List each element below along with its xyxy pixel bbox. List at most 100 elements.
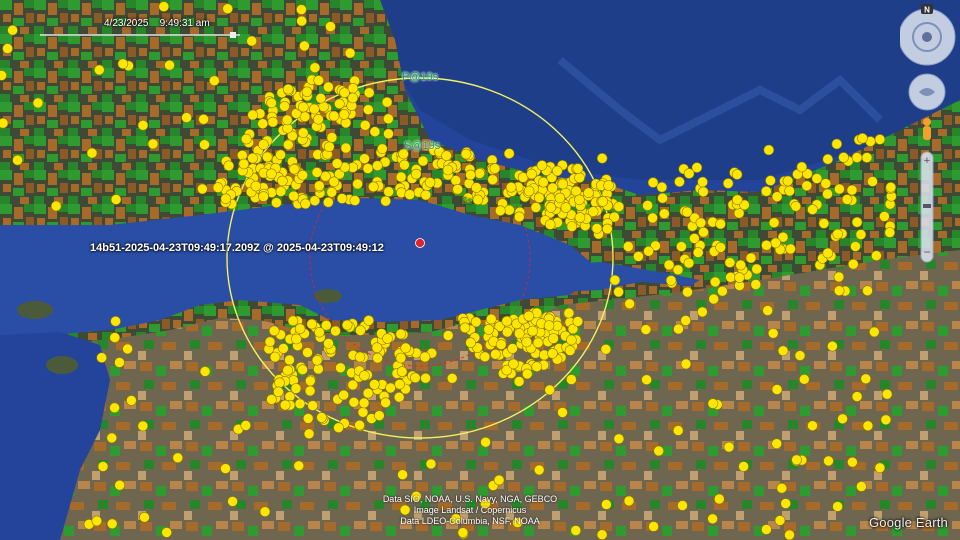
station-marker[interactable] — [314, 326, 325, 338]
station-marker[interactable] — [647, 212, 658, 224]
station-marker[interactable] — [106, 432, 118, 444]
station-marker[interactable] — [722, 178, 734, 189]
station-marker[interactable] — [807, 204, 818, 215]
station-marker[interactable] — [709, 276, 721, 288]
station-marker[interactable] — [557, 178, 569, 190]
station-marker[interactable] — [452, 184, 464, 195]
station-marker[interactable] — [302, 413, 314, 424]
station-marker[interactable] — [199, 139, 210, 150]
station-marker[interactable] — [566, 221, 578, 232]
station-marker[interactable] — [354, 351, 366, 363]
station-marker[interactable] — [306, 318, 318, 330]
station-marker[interactable] — [640, 324, 652, 335]
station-marker[interactable] — [333, 422, 344, 434]
station-marker[interactable] — [680, 315, 692, 326]
station-marker[interactable] — [369, 126, 381, 137]
station-marker[interactable] — [734, 272, 745, 283]
station-marker[interactable] — [572, 316, 584, 327]
station-marker[interactable] — [763, 144, 775, 156]
station-marker[interactable] — [837, 413, 848, 425]
station-marker[interactable] — [279, 101, 290, 112]
station-marker[interactable] — [465, 169, 476, 181]
station-marker[interactable] — [653, 445, 665, 457]
station-marker[interactable] — [624, 298, 635, 310]
station-marker[interactable] — [296, 4, 307, 15]
station-marker[interactable] — [357, 406, 369, 418]
station-marker[interactable] — [338, 109, 350, 120]
station-marker[interactable] — [697, 306, 708, 318]
station-marker[interactable] — [362, 387, 374, 399]
station-marker[interactable] — [266, 97, 277, 109]
station-marker[interactable] — [32, 97, 44, 109]
station-marker[interactable] — [523, 310, 535, 322]
time-slider-handle[interactable] — [230, 32, 236, 38]
station-marker[interactable] — [483, 324, 495, 335]
station-marker[interactable] — [325, 21, 336, 32]
station-marker[interactable] — [282, 364, 294, 376]
station-marker[interactable] — [419, 351, 431, 363]
station-marker[interactable] — [97, 461, 109, 472]
station-marker[interactable] — [400, 342, 412, 354]
station-marker[interactable] — [313, 75, 325, 86]
station-marker[interactable] — [383, 128, 394, 140]
station-marker[interactable] — [296, 15, 308, 27]
station-marker[interactable] — [348, 396, 360, 408]
station-marker[interactable] — [697, 176, 708, 188]
station-marker[interactable] — [796, 161, 808, 173]
station-marker[interactable] — [832, 501, 843, 512]
station-marker[interactable] — [385, 382, 396, 394]
station-marker[interactable] — [868, 326, 880, 338]
station-marker[interactable] — [164, 59, 175, 71]
station-marker[interactable] — [768, 217, 780, 228]
station-marker[interactable] — [330, 325, 341, 337]
station-marker[interactable] — [544, 219, 556, 230]
station-marker[interactable] — [369, 379, 380, 390]
station-marker[interactable] — [723, 441, 735, 453]
station-marker[interactable] — [315, 93, 327, 104]
station-marker[interactable] — [363, 315, 375, 326]
station-marker[interactable] — [241, 133, 252, 145]
station-marker[interactable] — [271, 197, 282, 208]
station-marker[interactable] — [341, 319, 353, 331]
station-marker[interactable] — [294, 323, 306, 335]
station-marker[interactable] — [409, 372, 421, 384]
station-marker[interactable] — [521, 368, 533, 380]
station-marker[interactable] — [460, 148, 472, 160]
station-marker[interactable] — [313, 114, 324, 125]
station-marker[interactable] — [731, 194, 743, 206]
station-marker[interactable] — [284, 354, 295, 366]
station-marker[interactable] — [303, 428, 315, 440]
station-marker[interactable] — [523, 185, 535, 197]
station-marker[interactable] — [530, 202, 542, 213]
station-marker[interactable] — [613, 201, 625, 212]
station-marker[interactable] — [851, 391, 863, 402]
station-marker[interactable] — [110, 194, 122, 205]
station-marker[interactable] — [880, 414, 892, 426]
station-marker[interactable] — [117, 58, 129, 70]
station-marker[interactable] — [86, 147, 98, 159]
station-marker[interactable] — [349, 195, 361, 206]
station-marker[interactable] — [358, 397, 370, 409]
station-marker[interactable] — [382, 333, 393, 344]
station-marker[interactable] — [777, 345, 789, 357]
station-marker[interactable] — [380, 397, 391, 409]
station-marker[interactable] — [322, 197, 334, 208]
time-slider[interactable] — [40, 32, 240, 38]
station-marker[interactable] — [311, 167, 323, 178]
navigation-controls[interactable]: N + − — [900, 0, 960, 300]
satellite-map[interactable] — [0, 0, 960, 540]
station-marker[interactable] — [557, 407, 568, 418]
station-marker[interactable] — [674, 176, 685, 188]
station-marker[interactable] — [503, 148, 515, 159]
station-marker[interactable] — [834, 183, 845, 195]
station-marker[interactable] — [372, 160, 383, 171]
station-marker[interactable] — [313, 363, 324, 375]
station-marker[interactable] — [479, 351, 491, 363]
station-marker[interactable] — [297, 127, 309, 139]
station-marker[interactable] — [258, 191, 269, 202]
station-marker[interactable] — [309, 195, 321, 206]
station-marker[interactable] — [363, 87, 375, 98]
station-marker[interactable] — [410, 168, 422, 180]
station-marker[interactable] — [574, 172, 585, 183]
station-marker[interactable] — [851, 152, 863, 163]
